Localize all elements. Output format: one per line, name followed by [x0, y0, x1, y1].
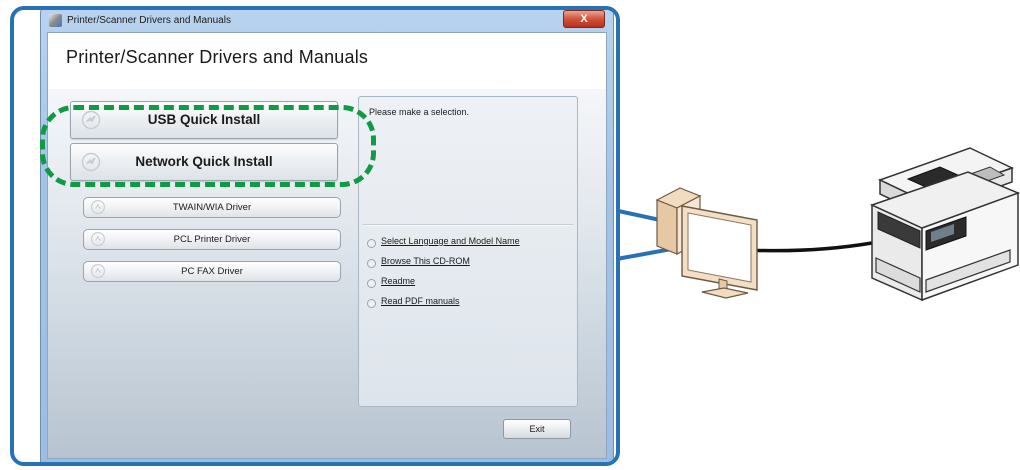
printer-icon	[869, 147, 1020, 302]
usb-cable-icon	[743, 241, 874, 253]
computer-icon	[655, 187, 758, 299]
connection-illustration	[655, 147, 1020, 302]
